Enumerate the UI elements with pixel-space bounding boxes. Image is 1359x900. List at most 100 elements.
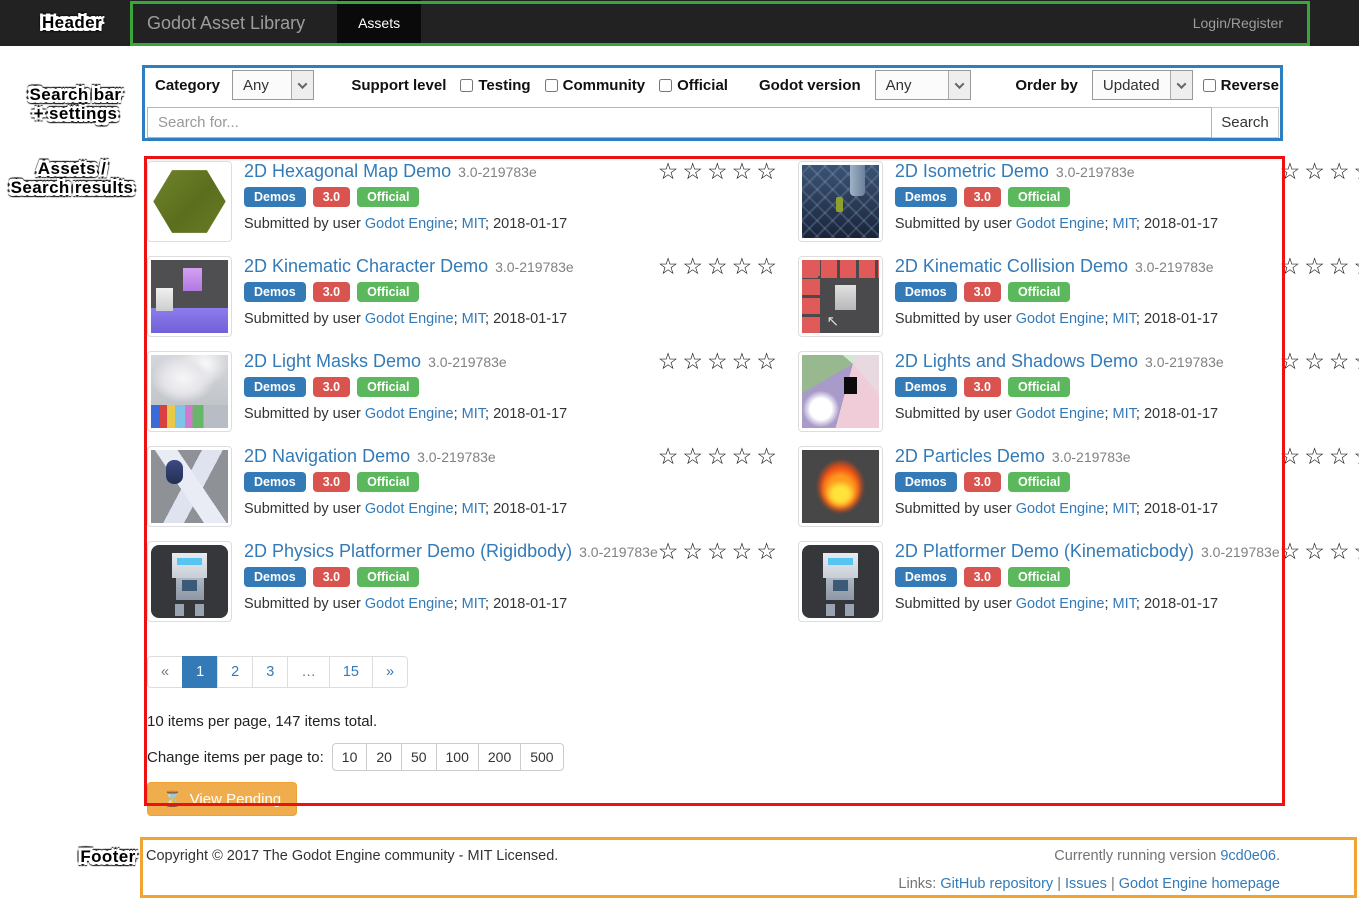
category-badge[interactable]: Demos (244, 377, 306, 397)
category-badge[interactable]: Demos (895, 567, 957, 587)
login-register-link[interactable]: Login/Register (1193, 0, 1283, 46)
license-link[interactable]: MIT (462, 501, 485, 517)
support-level-badge[interactable]: Official (357, 187, 419, 207)
page-1[interactable]: 1 (182, 656, 218, 688)
author-link[interactable]: Godot Engine (1016, 216, 1105, 232)
author-link[interactable]: Godot Engine (365, 596, 454, 612)
asset-thumbnail[interactable] (798, 351, 883, 432)
category-select[interactable]: Any (232, 70, 314, 100)
license-link[interactable]: MIT (1113, 406, 1136, 422)
license-link[interactable]: MIT (1113, 311, 1136, 327)
support-level-badge[interactable]: Official (357, 282, 419, 302)
godot-version-badge[interactable]: 3.0 (313, 377, 350, 397)
page-size-50[interactable]: 50 (401, 743, 437, 771)
issues-link[interactable]: Issues (1065, 876, 1107, 892)
support-level-badge[interactable]: Official (357, 472, 419, 492)
category-badge[interactable]: Demos (895, 282, 957, 302)
page-15[interactable]: 15 (329, 656, 373, 688)
asset-thumbnail[interactable] (147, 351, 232, 432)
asset-thumbnail[interactable] (798, 256, 883, 337)
support-level-badge[interactable]: Official (1008, 377, 1070, 397)
category-badge[interactable]: Demos (244, 567, 306, 587)
page-size-500[interactable]: 500 (520, 743, 563, 771)
godot-version-badge[interactable]: 3.0 (313, 567, 350, 587)
category-badge[interactable]: Demos (895, 187, 957, 207)
godot-version-badge[interactable]: 3.0 (964, 472, 1001, 492)
version-link[interactable]: 9cd0e06 (1220, 848, 1276, 864)
godot-version-select[interactable]: Any (875, 70, 972, 100)
godot-version-badge[interactable]: 3.0 (964, 187, 1001, 207)
author-link[interactable]: Godot Engine (1016, 311, 1105, 327)
category-badge[interactable]: Demos (895, 377, 957, 397)
brand-link[interactable]: Godot Asset Library (133, 13, 319, 34)
author-link[interactable]: Godot Engine (1016, 501, 1105, 517)
license-link[interactable]: MIT (1113, 596, 1136, 612)
asset-title-link[interactable]: 2D Kinematic Character Demo (244, 256, 488, 277)
godot-version-badge[interactable]: 3.0 (313, 472, 350, 492)
asset-title-link[interactable]: 2D Platformer Demo (Kinematicbody) (895, 541, 1194, 562)
support-level-badge[interactable]: Official (1008, 187, 1070, 207)
godot-version-badge[interactable]: 3.0 (313, 282, 350, 302)
category-badge[interactable]: Demos (244, 472, 306, 492)
asset-title-link[interactable]: 2D Hexagonal Map Demo (244, 161, 451, 182)
license-link[interactable]: MIT (462, 406, 485, 422)
asset-thumbnail[interactable] (147, 161, 232, 242)
godot-homepage-link[interactable]: Godot Engine homepage (1119, 876, 1280, 892)
category-badge[interactable]: Demos (244, 187, 306, 207)
asset-thumbnail[interactable] (147, 541, 232, 622)
asset-title-link[interactable]: 2D Particles Demo (895, 446, 1045, 467)
asset-title-link[interactable]: 2D Physics Platformer Demo (Rigidbody) (244, 541, 572, 562)
license-link[interactable]: MIT (462, 216, 485, 232)
testing-checkbox[interactable] (460, 79, 473, 92)
support-level-badge[interactable]: Official (357, 377, 419, 397)
godot-version-badge[interactable]: 3.0 (313, 187, 350, 207)
license-link[interactable]: MIT (1113, 216, 1136, 232)
support-testing-option[interactable]: Testing (460, 77, 530, 94)
page-3[interactable]: 3 (252, 656, 288, 688)
author-link[interactable]: Godot Engine (365, 311, 454, 327)
page-size-100[interactable]: 100 (436, 743, 479, 771)
godot-version-badge[interactable]: 3.0 (964, 282, 1001, 302)
community-checkbox[interactable] (545, 79, 558, 92)
asset-title-link[interactable]: 2D Kinematic Collision Demo (895, 256, 1128, 277)
support-level-badge[interactable]: Official (357, 567, 419, 587)
tab-assets[interactable]: Assets (337, 0, 421, 46)
page-size-200[interactable]: 200 (478, 743, 521, 771)
godot-version-badge[interactable]: 3.0 (964, 377, 1001, 397)
support-community-option[interactable]: Community (545, 77, 646, 94)
license-link[interactable]: MIT (1113, 501, 1136, 517)
support-level-badge[interactable]: Official (1008, 567, 1070, 587)
page-2[interactable]: 2 (217, 656, 253, 688)
reverse-option[interactable]: Reverse (1203, 77, 1279, 94)
asset-thumbnail[interactable] (147, 446, 232, 527)
asset-title-link[interactable]: 2D Lights and Shadows Demo (895, 351, 1138, 372)
support-level-badge[interactable]: Official (1008, 472, 1070, 492)
author-link[interactable]: Godot Engine (1016, 596, 1105, 612)
support-level-badge[interactable]: Official (1008, 282, 1070, 302)
license-link[interactable]: MIT (462, 311, 485, 327)
asset-thumbnail[interactable] (147, 256, 232, 337)
asset-thumbnail[interactable] (798, 446, 883, 527)
asset-title-link[interactable]: 2D Light Masks Demo (244, 351, 421, 372)
asset-thumbnail[interactable] (798, 541, 883, 622)
author-link[interactable]: Godot Engine (1016, 406, 1105, 422)
reverse-checkbox[interactable] (1203, 79, 1216, 92)
category-badge[interactable]: Demos (895, 472, 957, 492)
author-link[interactable]: Godot Engine (365, 501, 454, 517)
asset-title-link[interactable]: 2D Navigation Demo (244, 446, 410, 467)
order-by-select[interactable]: Updated (1092, 70, 1193, 100)
asset-title-link[interactable]: 2D Isometric Demo (895, 161, 1049, 182)
official-checkbox[interactable] (659, 79, 672, 92)
asset-thumbnail[interactable] (798, 161, 883, 242)
page-size-10[interactable]: 10 (332, 743, 368, 771)
search-input[interactable] (147, 107, 1212, 138)
support-official-option[interactable]: Official (659, 77, 728, 94)
page-size-20[interactable]: 20 (366, 743, 402, 771)
github-repository-link[interactable]: GitHub repository (940, 876, 1053, 892)
author-link[interactable]: Godot Engine (365, 406, 454, 422)
page-next[interactable]: » (372, 656, 408, 688)
view-pending-button[interactable]: ⌛ View Pending (147, 782, 297, 816)
search-button[interactable]: Search (1212, 107, 1279, 138)
godot-version-badge[interactable]: 3.0 (964, 567, 1001, 587)
license-link[interactable]: MIT (462, 596, 485, 612)
